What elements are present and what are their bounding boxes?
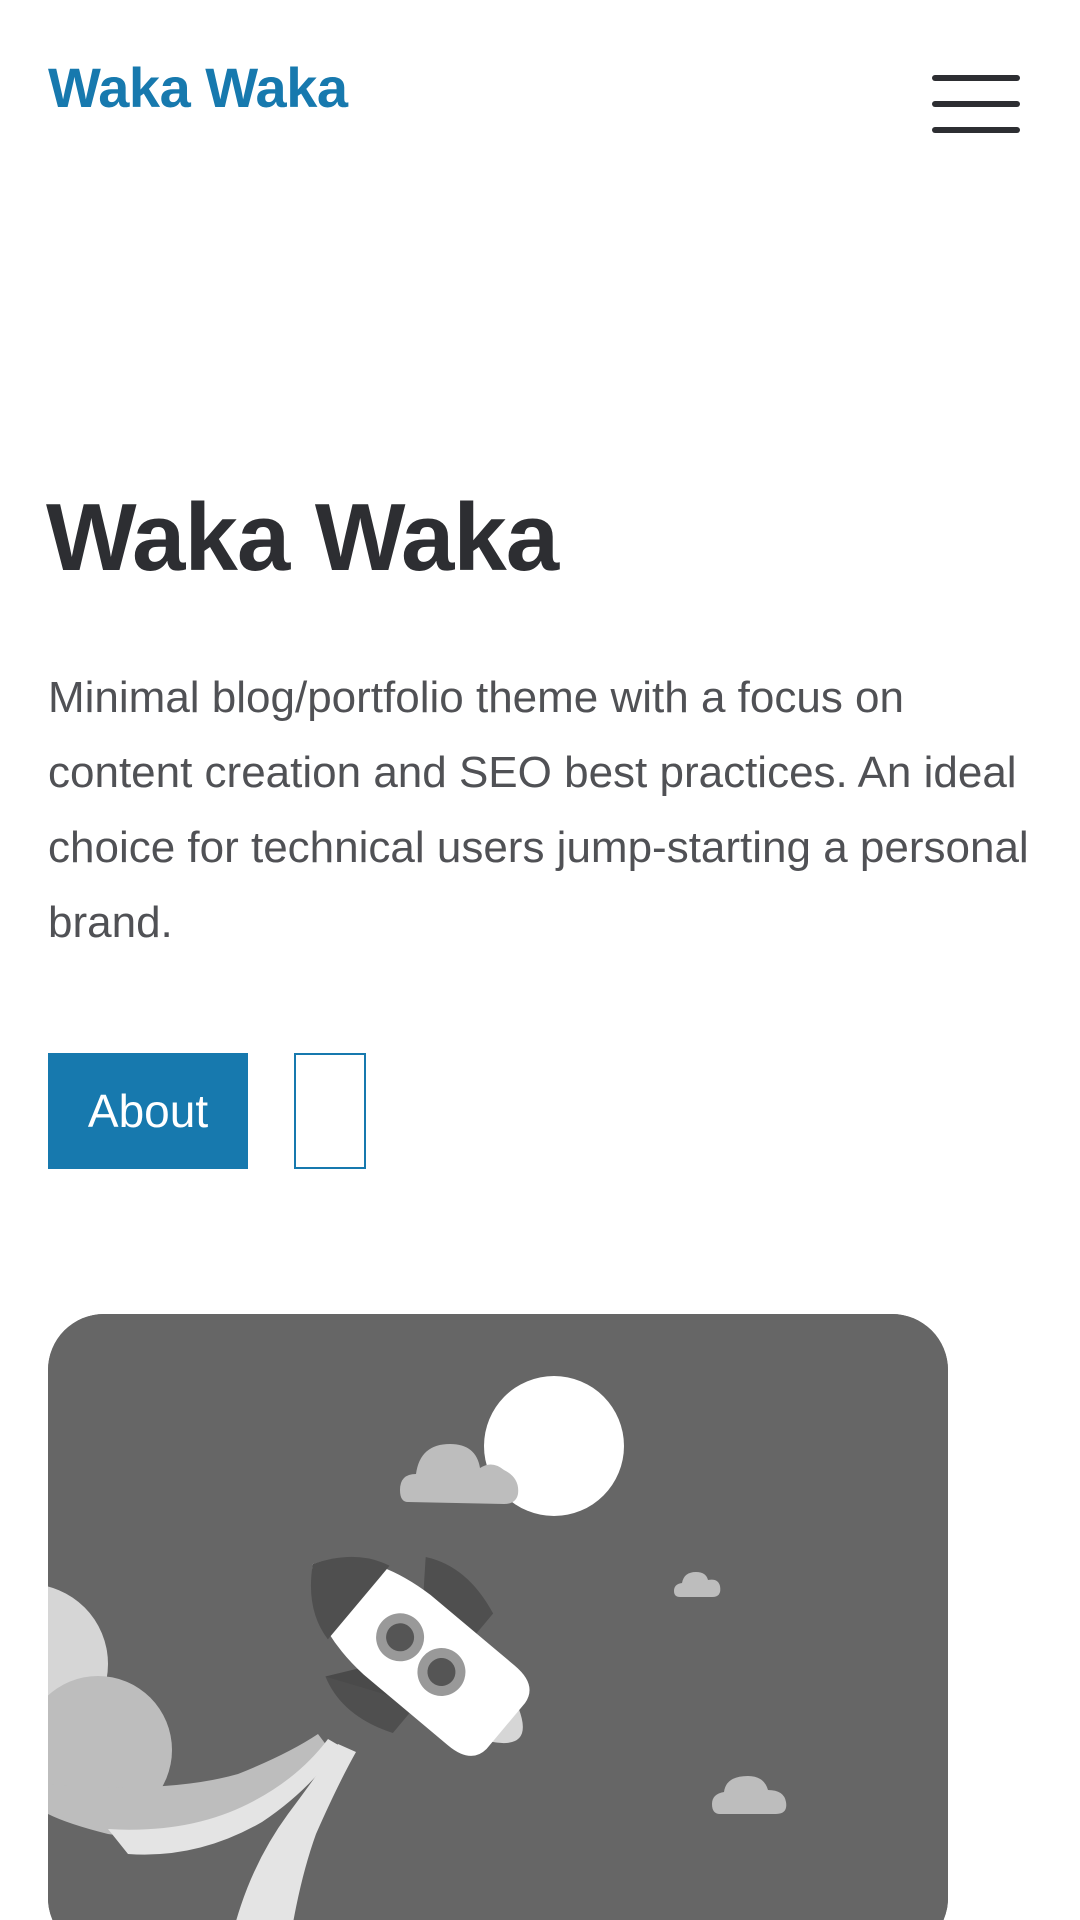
hero-description: Minimal blog/portfolio theme with a focu… (48, 673, 1029, 947)
about-button[interactable]: About (48, 1053, 248, 1169)
hero-illustration (48, 1314, 948, 1920)
secondary-button[interactable] (294, 1053, 366, 1169)
page: Waka Waka Waka Waka Minimal blog/portfol… (0, 0, 1080, 1920)
hamburger-menu-icon-bar (932, 127, 1020, 133)
hamburger-menu-icon (932, 75, 1020, 81)
site-brand-link[interactable]: Waka Waka (48, 52, 348, 124)
hamburger-menu-icon-bar (932, 101, 1020, 107)
menu-toggle-button[interactable] (928, 66, 1024, 142)
site-header: Waka Waka (0, 0, 1080, 180)
rocket-launch-illustration (48, 1314, 948, 1920)
hero-title: Waka Waka (46, 484, 559, 591)
